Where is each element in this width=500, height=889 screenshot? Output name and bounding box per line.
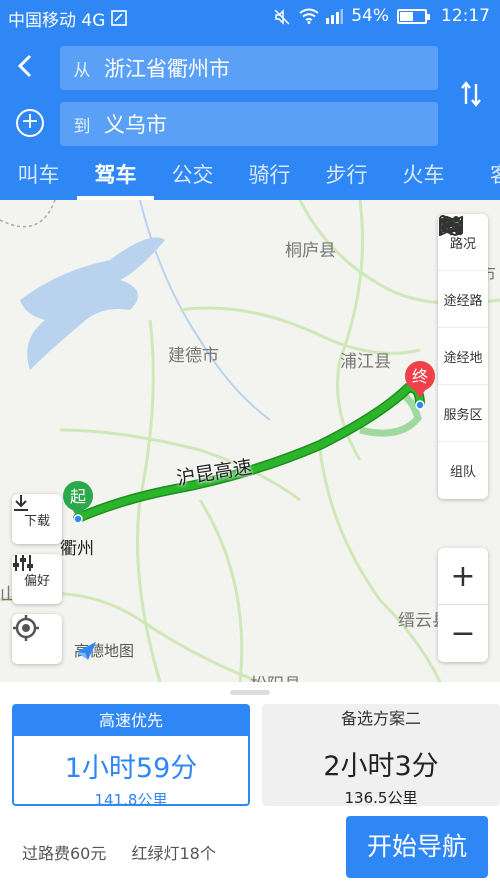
group-button[interactable]: 组队 <box>438 216 488 499</box>
amap-logo: 高德地图 <box>74 640 134 661</box>
route-option-time: 2小时3分 <box>323 751 439 782</box>
route-sheet: 高速优先 1小时59分 141.8公里 备选方案二 2小时3分 136.5公里 … <box>0 682 500 889</box>
group-icon <box>440 216 462 236</box>
trip-info: 过路费60元 红绿灯18个 <box>22 840 216 864</box>
route-option-selected[interactable]: 高速优先 1小时59分 141.8公里 <box>12 704 250 809</box>
tab-bus[interactable]: 公交 <box>154 156 231 200</box>
tab-taxi[interactable]: 叫车 <box>0 156 77 200</box>
label-songyang: 松阳县 <box>250 670 301 682</box>
zoom-control: + − <box>438 548 488 662</box>
wifi-icon <box>299 8 319 24</box>
service-area-label: 服务区 <box>443 407 483 423</box>
locate-icon <box>13 615 39 641</box>
mute-icon <box>273 8 291 25</box>
label-jiande: 建德市 <box>168 346 219 366</box>
map-tools-panel: 路况 途经路 途经地 P 服务区 组队 <box>438 214 488 499</box>
label-quzhou: 衢州 <box>60 539 94 559</box>
traffic-lights-info: 红绿灯18个 <box>131 844 216 863</box>
download-label: 下载 <box>23 513 50 529</box>
road <box>318 449 442 682</box>
mode-tabs: 叫车 驾车 公交 骑行 步行 火车 客 <box>0 156 500 200</box>
zoom-in-button[interactable]: + <box>438 548 488 605</box>
route-option-time: 1小时59分 <box>64 753 198 784</box>
amap-logo-icon <box>76 642 96 660</box>
carrier-label: 中国移动 4G <box>8 11 106 31</box>
battery-icon <box>397 8 430 24</box>
tab-bike[interactable]: 骑行 <box>231 156 308 200</box>
route-option-distance: 136.5公里 <box>344 789 418 807</box>
via-place-button[interactable]: 途经地 <box>438 215 488 385</box>
river <box>139 200 271 421</box>
chevron-left-icon <box>17 54 32 78</box>
lake-shape <box>20 237 165 370</box>
route-header: 从 浙江省衢州市 + 到 义乌市 叫车 驾车 公交 骑行 步行 火车 客 <box>0 36 500 200</box>
to-value: 义乌市 <box>104 113 167 137</box>
start-navigation-button[interactable]: 开始导航 <box>346 816 488 878</box>
tab-drive[interactable]: 驾车 <box>77 156 154 200</box>
via-road-button[interactable]: 途经路 <box>438 215 488 328</box>
toll-info: 过路费60元 <box>22 844 107 863</box>
service-area-button[interactable]: P 服务区 <box>438 216 488 442</box>
map-view[interactable]: 起 终 桐庐县 建德市 浦江县 衢州 缙云县 松阳县 诸暨市 山 沪昆高速 路况… <box>0 200 500 682</box>
route-option-alternative[interactable]: 备选方案二 2小时3分 136.5公里 <box>262 704 500 807</box>
to-field[interactable]: 到 义乌市 <box>60 102 438 146</box>
to-prefix: 到 <box>73 116 91 137</box>
via-road-label: 途经路 <box>443 293 483 309</box>
boundary <box>0 200 56 228</box>
tab-train[interactable]: 火车 <box>385 156 462 200</box>
download-icon <box>14 495 28 511</box>
route-option-distance: 141.8公里 <box>94 791 168 809</box>
back-button[interactable] <box>14 51 44 81</box>
route-option-header: 高速优先 <box>14 706 248 736</box>
via-place-label: 途经地 <box>443 350 483 366</box>
label-tonglu: 桐庐县 <box>285 241 336 261</box>
tab-walk[interactable]: 步行 <box>308 156 385 200</box>
tab-coach[interactable]: 客 <box>462 156 500 200</box>
sliders-icon <box>13 555 33 571</box>
status-bar: 中国移动 4G 54% 12:17 <box>0 0 500 36</box>
route-option-header: 备选方案二 <box>340 709 421 728</box>
zoom-out-button[interactable]: − <box>438 605 488 662</box>
from-value: 浙江省衢州市 <box>104 57 230 81</box>
from-field[interactable]: 从 浙江省衢州市 <box>60 46 438 90</box>
locate-button[interactable] <box>12 614 62 664</box>
preference-label: 偏好 <box>23 573 50 589</box>
clock: 12:17 <box>441 6 490 26</box>
download-button[interactable]: 下载 <box>12 494 62 544</box>
swap-button[interactable] <box>460 80 482 115</box>
signal-icon <box>325 8 344 24</box>
road <box>198 499 244 682</box>
group-label: 组队 <box>449 465 476 480</box>
sim-icon <box>111 10 129 26</box>
label-pujiang: 浦江县 <box>340 352 391 372</box>
add-waypoint-button[interactable]: + <box>16 109 44 137</box>
swap-icon <box>461 81 481 107</box>
battery-percent: 54% <box>351 6 389 26</box>
end-marker-label: 终 <box>412 367 428 386</box>
battery-fill <box>400 11 413 21</box>
start-marker-label: 起 <box>70 487 86 506</box>
preference-button[interactable]: 偏好 <box>12 554 62 604</box>
from-prefix: 从 <box>73 60 91 81</box>
sheet-handle[interactable] <box>230 690 270 695</box>
